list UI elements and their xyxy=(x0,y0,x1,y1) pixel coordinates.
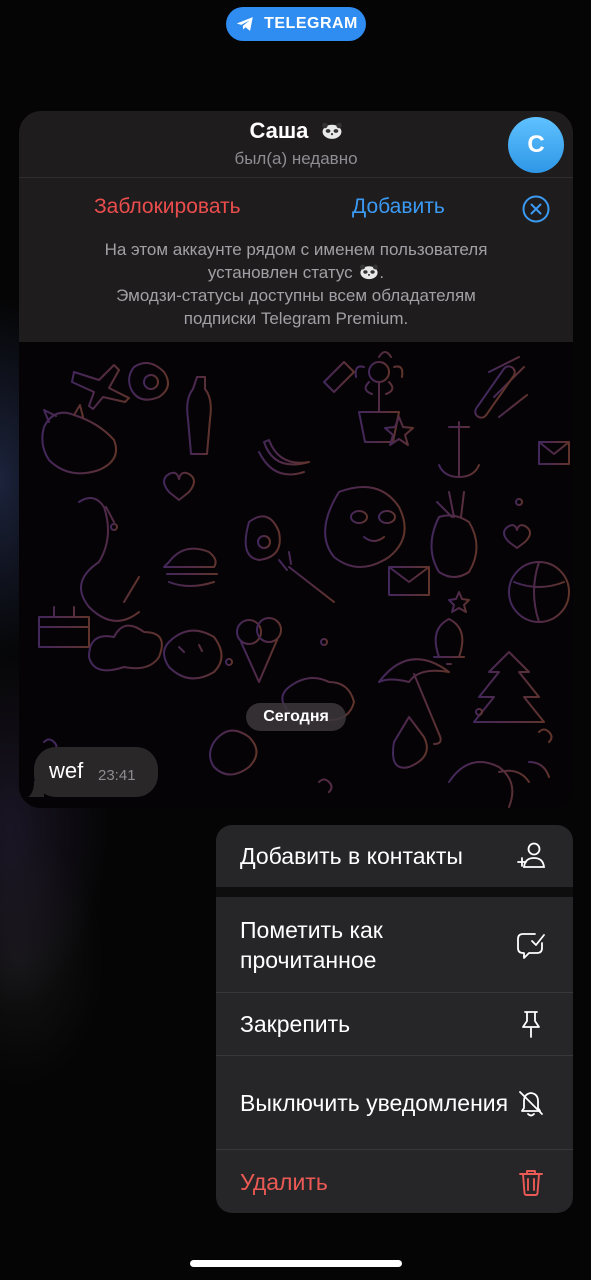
pin-icon xyxy=(515,1008,547,1040)
menu-item-label: Пометить как прочитанное xyxy=(240,916,383,973)
contact-last-seen: был(а) недавно xyxy=(234,149,358,168)
chat-wallpaper: Сегодня wef 23:41 xyxy=(19,342,573,808)
menu-item-mark-read[interactable]: Пометить как прочитанное xyxy=(216,897,573,993)
menu-item-label: Закрепить xyxy=(240,1011,351,1037)
panda-emoji-icon xyxy=(360,264,379,280)
emoji-status-notice: На этом аккаунте рядом с именем пользова… xyxy=(39,238,553,330)
mute-bell-icon xyxy=(515,1087,547,1119)
menu-item-label: Удалить xyxy=(240,1168,328,1195)
telegram-plane-icon xyxy=(236,17,253,31)
notice-line-1: На этом аккаунте рядом с именем пользова… xyxy=(104,240,488,259)
trash-icon xyxy=(515,1166,547,1198)
message-text: wef xyxy=(49,758,84,783)
menu-item-mute[interactable]: Выключить уведомления xyxy=(216,1056,573,1150)
telegram-banner[interactable]: TELEGRAM xyxy=(226,7,366,41)
doodle-pattern xyxy=(38,351,570,808)
add-contact-button[interactable]: Добавить xyxy=(352,195,445,219)
contact-name: Саша xyxy=(249,118,309,143)
chat-preview-card[interactable]: Саша был(а) недавно С Заблокировать Доба… xyxy=(19,111,573,808)
date-separator: Сегодня xyxy=(246,703,346,731)
notice-line-3: Эмодзи-статусы доступны всем обладателям xyxy=(116,286,476,305)
block-button[interactable]: Заблокировать xyxy=(94,195,241,219)
menu-item-label: Выключить уведомления xyxy=(240,1089,509,1116)
banner-label: TELEGRAM xyxy=(264,15,358,32)
panda-emoji-icon xyxy=(321,122,342,139)
chat-header: Саша был(а) недавно С xyxy=(19,111,573,178)
close-icon[interactable] xyxy=(522,195,550,223)
message-time: 23:41 xyxy=(98,767,136,784)
menu-separator xyxy=(216,887,573,897)
menu-item-delete[interactable]: Удалить xyxy=(216,1150,573,1213)
contact-name-row: Саша xyxy=(19,118,573,144)
context-menu: Добавить в контакты Пометить как прочита… xyxy=(216,825,573,1213)
notice-line-2: установлен статус xyxy=(207,263,353,282)
notice-line-4: подписки Telegram Premium. xyxy=(183,309,409,328)
incoming-message-bubble[interactable]: wef 23:41 xyxy=(28,747,158,797)
menu-item-pin[interactable]: Закрепить xyxy=(216,993,573,1056)
notice-line-2-wrap: установлен статус . xyxy=(39,261,553,284)
add-contact-icon xyxy=(515,840,547,872)
home-indicator[interactable] xyxy=(190,1260,402,1267)
bubble-tail xyxy=(28,781,44,797)
menu-item-add-to-contacts[interactable]: Добавить в контакты xyxy=(216,825,573,887)
avatar[interactable]: С xyxy=(508,117,564,173)
notice-period: . xyxy=(379,263,385,282)
menu-item-label: Добавить в контакты xyxy=(240,843,463,869)
new-contact-actions: Заблокировать Добавить На этом аккаунте … xyxy=(19,178,573,342)
mark-read-icon xyxy=(515,929,547,961)
